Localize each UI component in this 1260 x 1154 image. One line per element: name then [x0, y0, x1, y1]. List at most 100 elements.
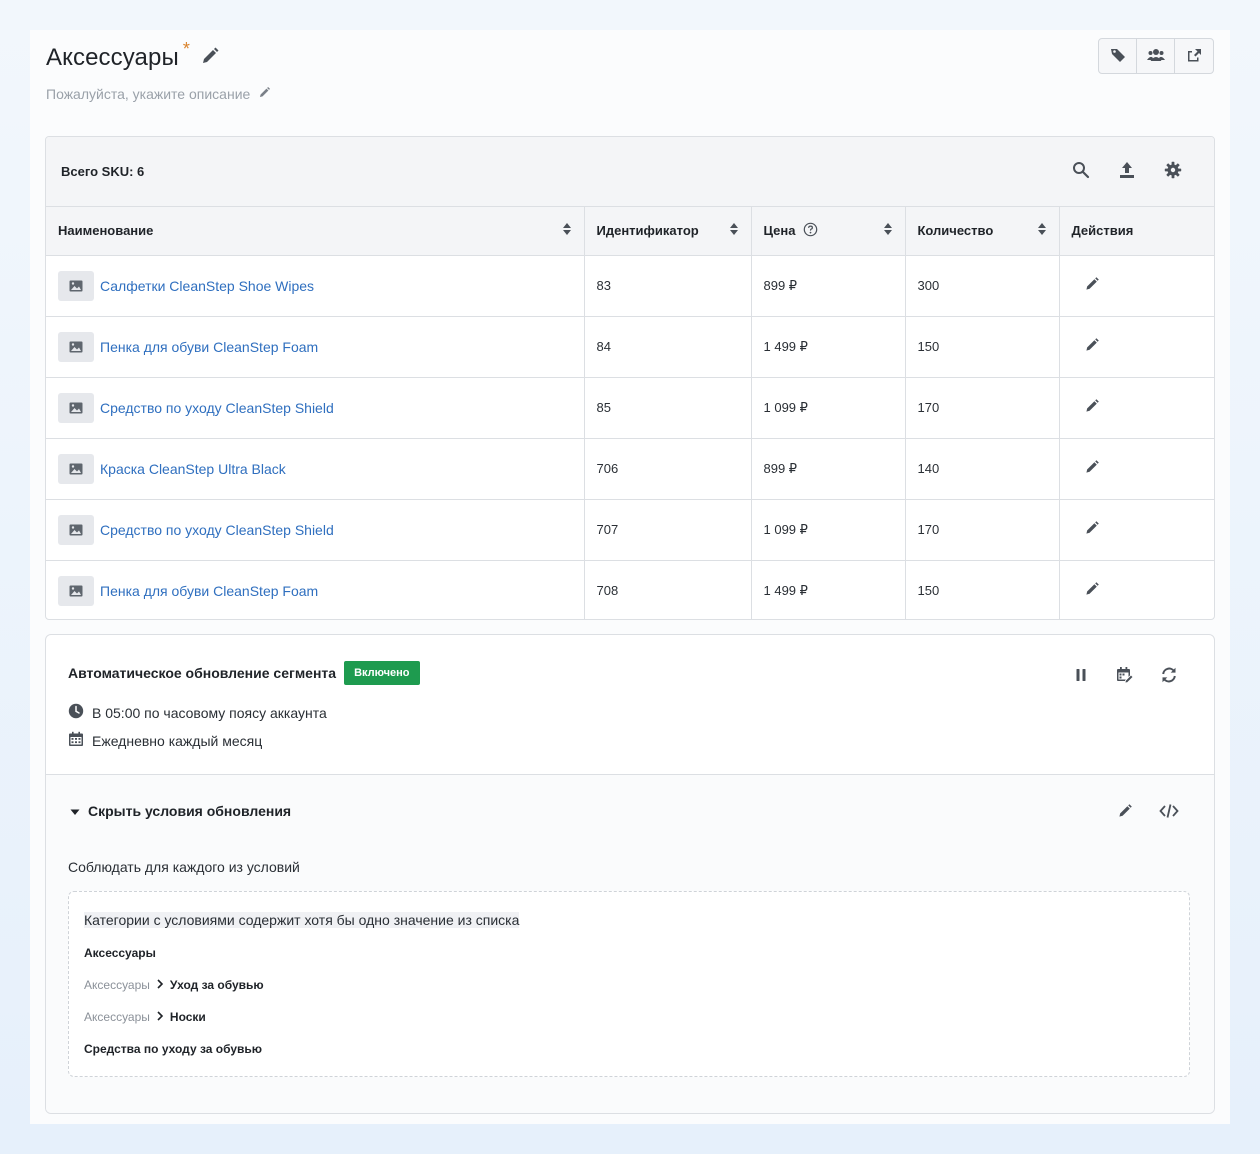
product-link[interactable]: Краска CleanStep Ultra Black [100, 461, 286, 477]
page-title: Аксессуары [46, 44, 179, 71]
edit-row-icon[interactable] [1084, 277, 1100, 295]
cell-qty: 300 [905, 255, 1060, 317]
cell-id: 84 [584, 316, 752, 378]
page: Аксессуары * Пожалуйста, укажите описани… [30, 30, 1230, 1124]
edit-title-icon[interactable] [200, 46, 220, 69]
update-conditions: Скрыть условия обновления Соблюдать для … [46, 775, 1214, 1113]
product-link[interactable]: Средство по уходу CleanStep Shield [100, 400, 334, 416]
image-placeholder-icon [58, 575, 94, 606]
edit-row-icon[interactable] [1084, 460, 1100, 478]
description-placeholder: Пожалуйста, укажите описание [46, 86, 251, 102]
pencil-icon [1117, 803, 1133, 822]
toggle-conditions[interactable]: Скрыть условия обновления [70, 803, 291, 819]
cell-qty: 140 [905, 438, 1060, 500]
sort-icon[interactable] [562, 222, 572, 239]
table-row: Средство по уходу CleanStep Shield 85 1 … [46, 377, 1214, 439]
code-view-button[interactable] [1158, 801, 1180, 823]
table-row: Салфетки CleanStep Shoe Wipes 83 899 ₽ 3… [46, 255, 1214, 317]
conditions-actions [1114, 801, 1180, 823]
cell-qty: 170 [905, 499, 1060, 561]
cell-id: 83 [584, 255, 752, 317]
search-button[interactable] [1070, 161, 1092, 183]
col-price[interactable]: Цена [751, 207, 906, 256]
sort-icon[interactable] [883, 222, 893, 239]
schedule-text: Ежедневно каждый месяц [92, 732, 263, 749]
users-button[interactable] [1137, 39, 1175, 73]
toggle-label: Скрыть условия обновления [88, 803, 292, 819]
table-row: Пенка для обуви CleanStep Foam 708 1 499… [46, 560, 1214, 619]
condition-item: Аксессуары Носки [84, 1010, 206, 1024]
image-placeholder-icon [58, 331, 94, 362]
users-icon [1146, 47, 1165, 66]
calendar-edit-icon [1116, 666, 1134, 687]
chevron-right-icon [156, 978, 164, 992]
condition-box: Категории с условиями содержит хотя бы о… [68, 891, 1190, 1077]
product-link[interactable]: Пенка для обуви CleanStep Foam [100, 583, 318, 599]
cell-id: 706 [584, 438, 752, 500]
condition-item: Аксессуары Уход за обувью [84, 978, 264, 992]
segment-update-card: Автоматическое обновление сегмента Включ… [45, 634, 1215, 1114]
edit-row-icon[interactable] [1084, 399, 1100, 417]
sort-icon[interactable] [1037, 222, 1047, 239]
image-placeholder-icon [58, 270, 94, 301]
settings-icon [1164, 161, 1182, 182]
refresh-button[interactable] [1158, 665, 1180, 687]
schedule-edit-button[interactable] [1114, 665, 1136, 687]
sort-icon[interactable] [729, 222, 739, 239]
chevron-right-icon [156, 1010, 164, 1024]
condition-item: Средства по уходу за обувью [84, 1042, 263, 1056]
col-actions: Действия [1059, 207, 1214, 256]
header-actions [1098, 38, 1214, 74]
cell-price: 899 ₽ [751, 438, 906, 500]
status-badge: Включено [344, 661, 420, 685]
cell-price: 899 ₽ [751, 255, 906, 317]
cell-id: 707 [584, 499, 752, 561]
table-tools [1070, 161, 1184, 183]
edit-row-icon[interactable] [1084, 582, 1100, 600]
refresh-icon [1160, 666, 1178, 687]
tag-button[interactable] [1099, 39, 1137, 73]
description-row[interactable]: Пожалуйста, укажите описание [46, 86, 271, 102]
pause-button[interactable] [1070, 665, 1092, 687]
cell-qty: 170 [905, 377, 1060, 439]
required-mark: * [182, 39, 190, 59]
time-text: В 05:00 по часовому поясу аккаунта [92, 704, 327, 721]
settings-button[interactable] [1162, 161, 1184, 183]
col-name[interactable]: Наименование [46, 207, 585, 256]
edit-row-icon[interactable] [1084, 338, 1100, 356]
time-info: В 05:00 по часовому поясу аккаунта [68, 703, 327, 722]
image-placeholder-icon [58, 514, 94, 545]
edit-row-icon[interactable] [1084, 521, 1100, 539]
col-id[interactable]: Идентификатор [584, 207, 752, 256]
col-qty[interactable]: Количество [905, 207, 1060, 256]
share-button[interactable] [1175, 39, 1213, 73]
condition-head: Категории с условиями содержит хотя бы о… [84, 912, 520, 928]
cell-id: 708 [584, 560, 752, 619]
sku-total: Всего SKU: 6 [61, 164, 145, 179]
update-title-row: Автоматическое обновление сегмента Включ… [68, 661, 420, 685]
table-row: Пенка для обуви CleanStep Foam 84 1 499 … [46, 316, 1214, 378]
image-placeholder-icon [58, 392, 94, 423]
cell-qty: 150 [905, 316, 1060, 378]
cell-price: 1 099 ₽ [751, 499, 906, 561]
cell-qty: 150 [905, 560, 1060, 619]
tag-icon [1110, 47, 1126, 66]
code-icon [1159, 803, 1179, 822]
condition-item: Аксессуары [84, 946, 156, 960]
table-toolbar: Всего SKU: 6 [46, 137, 1214, 207]
update-summary: Автоматическое обновление сегмента Включ… [46, 635, 1214, 775]
table-row: Средство по уходу CleanStep Shield 707 1… [46, 499, 1214, 561]
edit-conditions-button[interactable] [1114, 801, 1136, 823]
table-header-row: Наименование Идентификатор Цена Количест… [46, 207, 1214, 256]
upload-icon [1118, 161, 1136, 182]
cell-price: 1 499 ₽ [751, 560, 906, 619]
title-row: Аксессуары * [46, 39, 220, 74]
cell-price: 1 099 ₽ [751, 377, 906, 439]
upload-button[interactable] [1116, 161, 1138, 183]
edit-description-icon[interactable] [258, 86, 271, 102]
product-link[interactable]: Салфетки CleanStep Shoe Wipes [100, 278, 314, 294]
update-title: Автоматическое обновление сегмента [68, 665, 337, 681]
product-link[interactable]: Пенка для обуви CleanStep Foam [100, 339, 318, 355]
help-icon[interactable] [803, 222, 818, 240]
product-link[interactable]: Средство по уходу CleanStep Shield [100, 522, 334, 538]
